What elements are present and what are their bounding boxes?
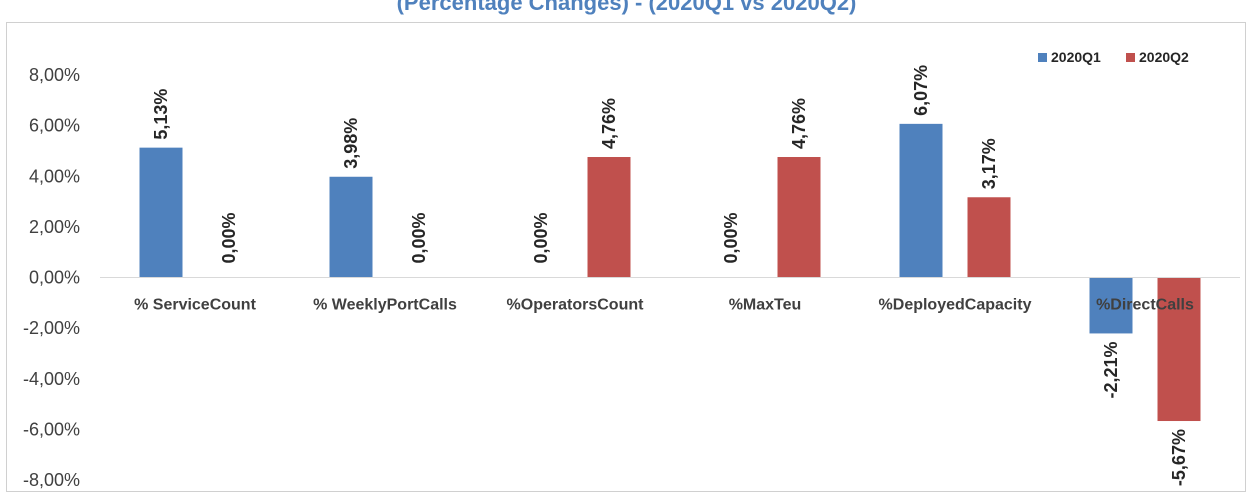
y-tick-label: -2,00%: [23, 318, 80, 338]
legend-swatch: [1038, 53, 1047, 62]
legend-label: 2020Q2: [1139, 49, 1189, 65]
y-tick-label: 0,00%: [29, 268, 80, 288]
data-label: 0,00%: [409, 212, 429, 263]
legend-label: 2020Q1: [1051, 49, 1101, 65]
data-label: 3,98%: [341, 118, 361, 169]
data-label: 0,00%: [219, 212, 239, 263]
bar-2020q2: [777, 157, 821, 278]
data-label: 0,00%: [531, 212, 551, 263]
data-label: 4,76%: [789, 98, 809, 149]
category-label: %DirectCalls: [1096, 297, 1194, 314]
y-tick-label: 4,00%: [29, 166, 80, 186]
y-tick-label: -4,00%: [23, 369, 80, 389]
bar-2020q1: [899, 123, 943, 278]
y-tick-label: -8,00%: [23, 470, 80, 490]
y-axis: 8,00% 6,00% 4,00% 2,00% 0,00% -2,00% -4,00% -6,…: [23, 65, 80, 490]
y-tick-label: 6,00%: [29, 116, 80, 136]
y-tick-label: 2,00%: [29, 217, 80, 237]
data-label: 5,13%: [151, 89, 171, 140]
category-labels: % ServiceCount % WeeklyPortCalls %Operator…: [134, 297, 1194, 314]
data-label: 6,07%: [911, 65, 931, 116]
bars: [139, 123, 1201, 422]
category-label: % ServiceCount: [134, 297, 256, 314]
data-label: 0,00%: [721, 212, 741, 263]
legend-swatch: [1126, 53, 1135, 62]
y-tick-label: -6,00%: [23, 419, 80, 439]
category-label: %MaxTeu: [729, 297, 802, 314]
data-label: 3,17%: [979, 138, 999, 189]
legend: 2020Q1 2020Q2: [1038, 49, 1189, 65]
data-label: 4,76%: [599, 98, 619, 149]
category-label: % WeeklyPortCalls: [313, 297, 457, 314]
bar-2020q2: [967, 197, 1011, 278]
data-label: -5,67%: [1169, 429, 1189, 486]
bar-2020q1: [139, 147, 183, 278]
category-label: %OperatorsCount: [507, 297, 645, 314]
category-label: %DeployedCapacity: [879, 297, 1032, 314]
y-tick-label: 8,00%: [29, 65, 80, 85]
data-labels: 5,13% 0,00% 3,98% 0,00% 0,00% 4,76% 0,00% 4,76%…: [151, 65, 1189, 486]
bar-2020q1: [329, 176, 373, 278]
bar-chart: 8,00% 6,00% 4,00% 2,00% 0,00% -2,00% -4,00% -6,…: [23, 49, 1240, 490]
data-label: -2,21%: [1101, 341, 1121, 398]
bar-2020q2: [587, 157, 631, 278]
